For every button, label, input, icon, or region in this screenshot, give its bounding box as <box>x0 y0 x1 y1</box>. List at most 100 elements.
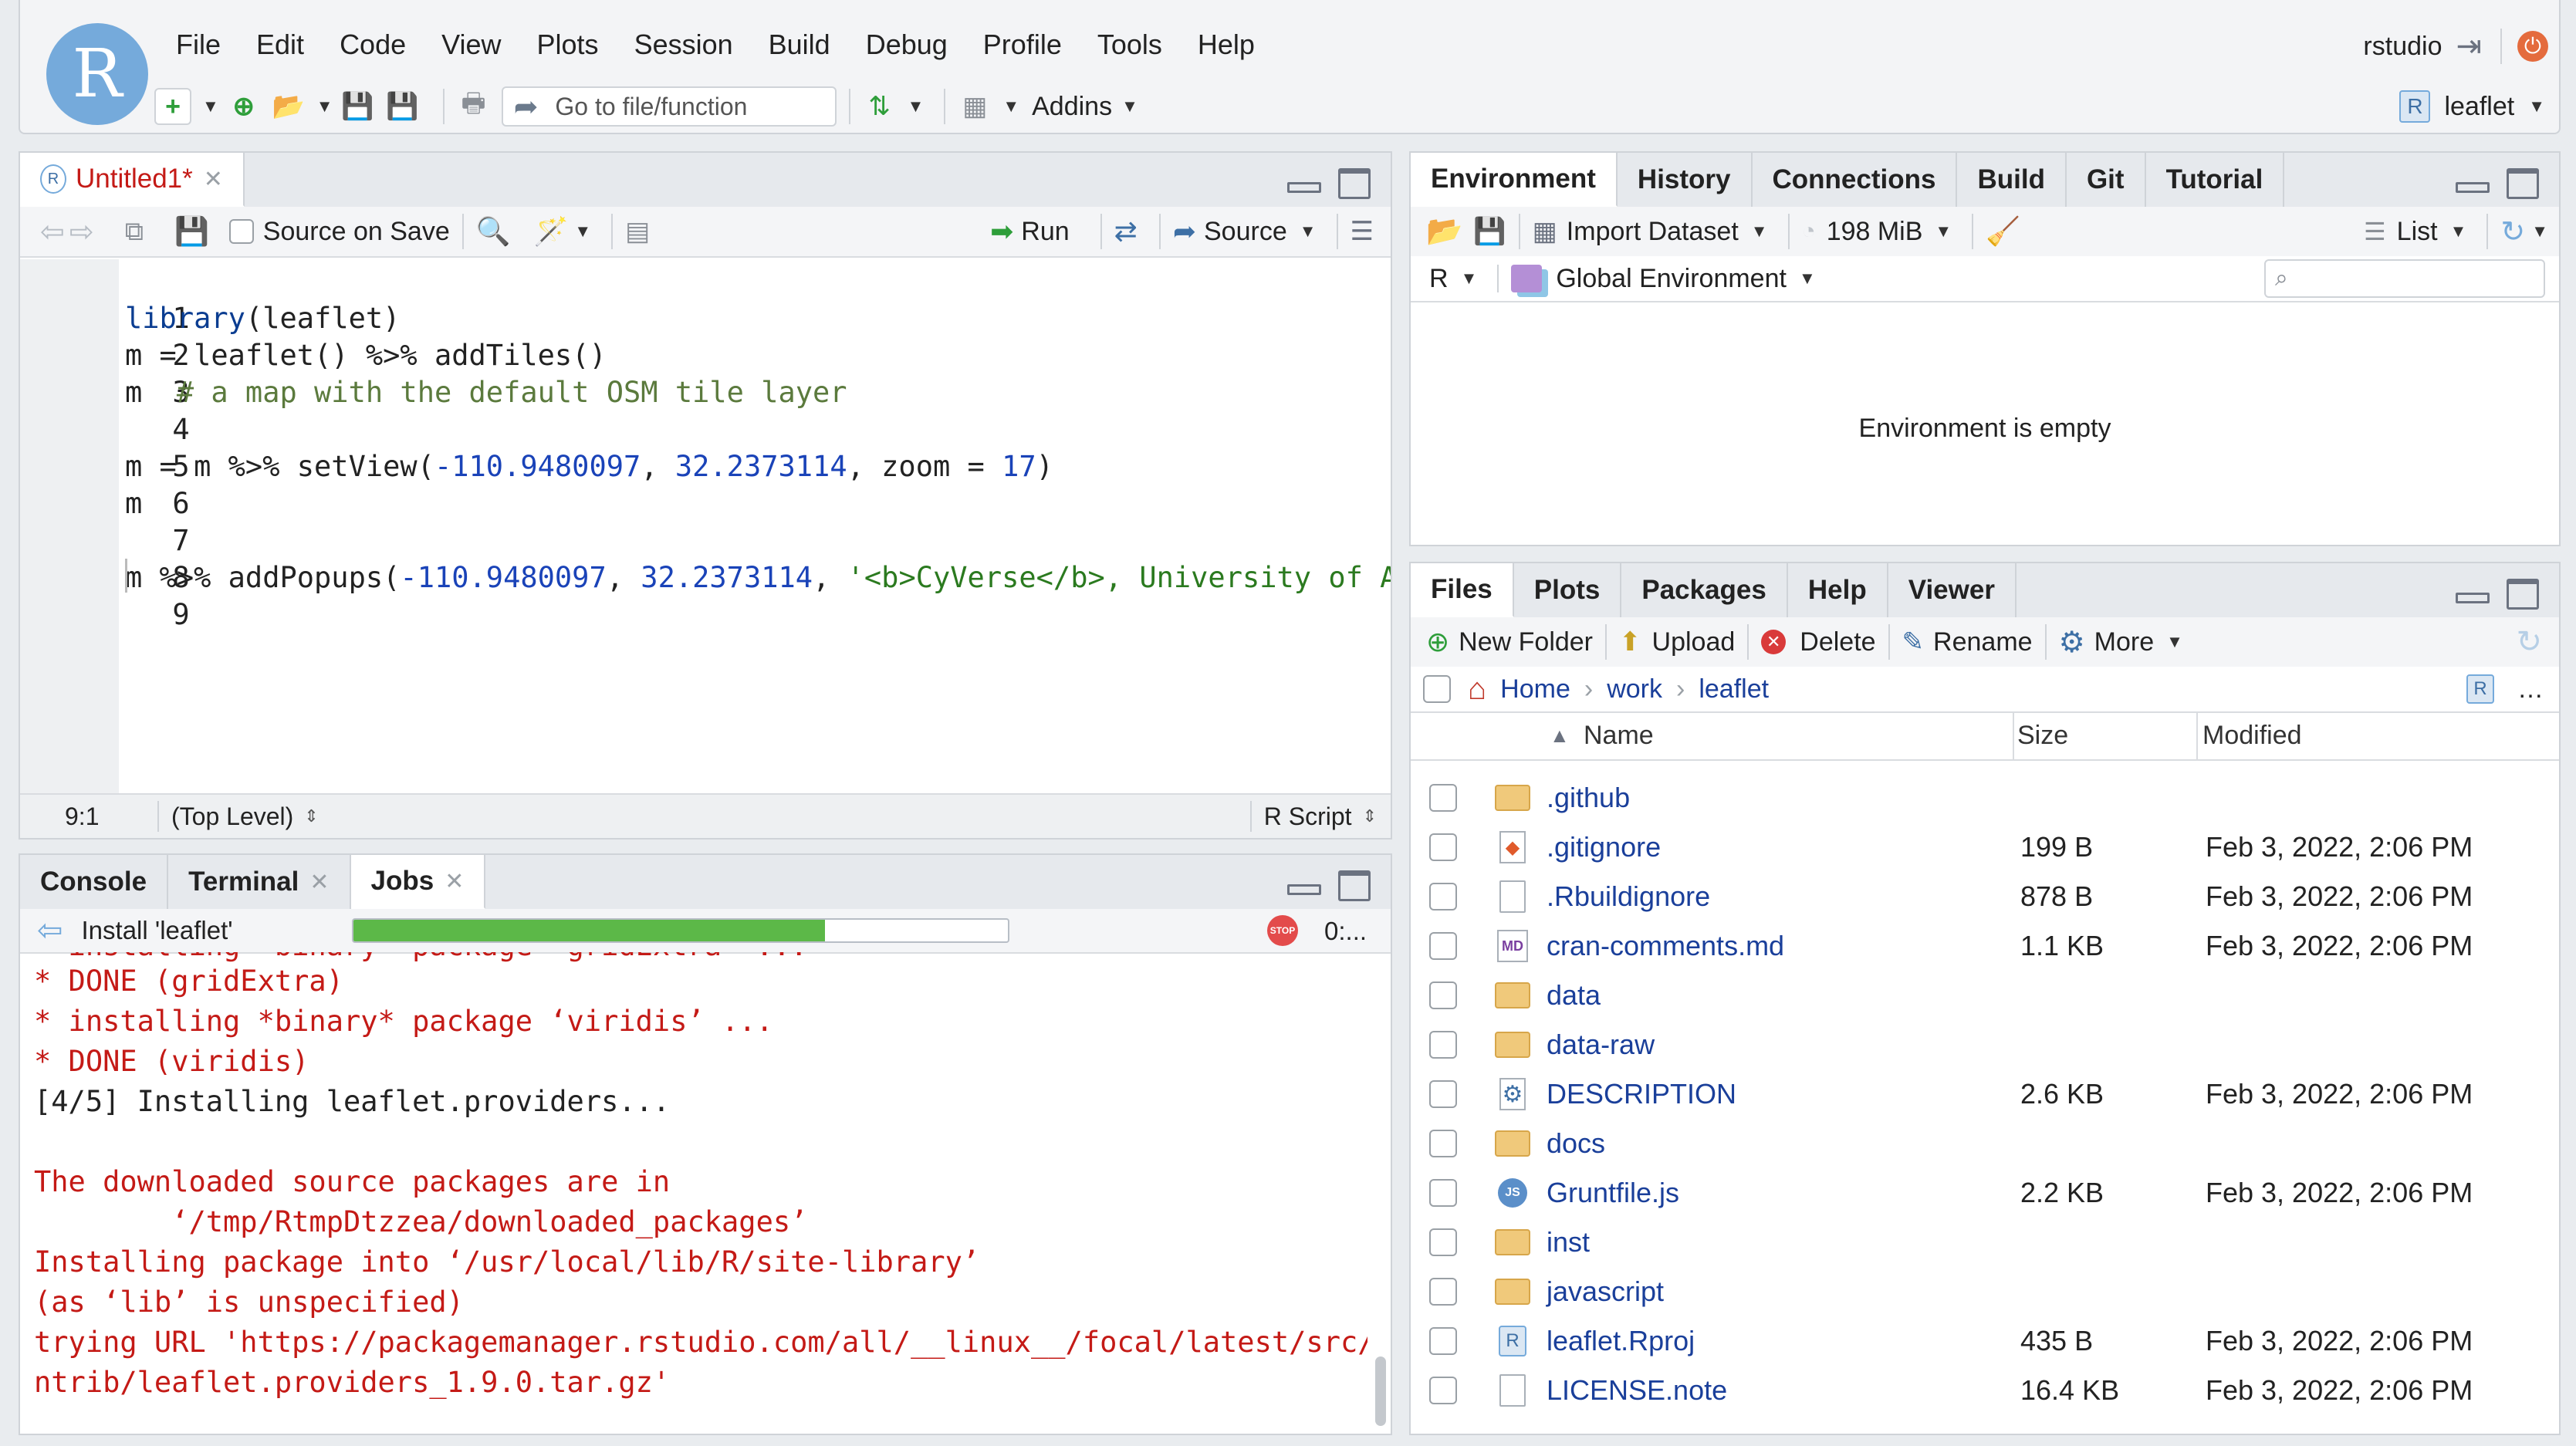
select-all-checkbox[interactable] <box>1423 675 1451 703</box>
save-workspace-icon[interactable]: 💾 <box>1473 216 1506 247</box>
refresh-files-icon[interactable]: ↻ <box>2516 624 2542 660</box>
tab-terminal[interactable]: Terminal ✕ <box>168 855 351 909</box>
addins-menu[interactable]: Addins <box>1032 92 1112 122</box>
compile-report-icon[interactable]: ▤ <box>625 216 650 247</box>
file-name-link[interactable]: data-raw <box>1547 1029 1655 1061</box>
find-icon[interactable]: 🔍 <box>476 215 511 248</box>
file-checkbox[interactable] <box>1429 1278 1457 1306</box>
rename-button[interactable]: Rename <box>1933 627 2033 657</box>
file-row[interactable]: Rleaflet.Rproj 435 B Feb 3, 2022, 2:06 PM <box>1411 1315 2559 1367</box>
file-name-link[interactable]: .gitignore <box>1547 831 1661 863</box>
tab-files[interactable]: Files <box>1411 563 1514 617</box>
home-icon[interactable]: ⌂ <box>1468 672 1486 707</box>
sign-out-icon[interactable]: ⇥ <box>2456 29 2482 64</box>
menu-session[interactable]: Session <box>634 23 752 66</box>
sort-ascending-icon[interactable]: ▲ <box>1550 724 1570 748</box>
menu-debug[interactable]: Debug <box>866 23 966 66</box>
file-checkbox[interactable] <box>1429 883 1457 911</box>
upload-button[interactable]: Upload <box>1652 627 1736 657</box>
forward-icon[interactable]: ⇨ <box>69 215 94 249</box>
source-button[interactable]: ➦ Source <box>1173 215 1287 248</box>
file-name-link[interactable]: DESCRIPTION <box>1547 1078 1736 1110</box>
refresh-icon[interactable]: ↻ <box>2500 215 2525 249</box>
more-dropdown-icon[interactable]: ▼ <box>2166 632 2183 652</box>
close-tab-icon[interactable]: ✕ <box>204 166 223 193</box>
close-tab-icon[interactable]: ✕ <box>445 868 464 895</box>
tab-history[interactable]: History <box>1618 153 1753 207</box>
save-icon[interactable]: 💾 <box>174 215 209 248</box>
breadcrumb-work[interactable]: work <box>1607 674 1662 704</box>
stop-job-icon[interactable]: STOP <box>1267 915 1298 946</box>
file-row[interactable]: .github <box>1411 772 2559 824</box>
new-project-icon[interactable]: ⊕ <box>227 90 261 123</box>
file-name-link[interactable]: leaflet.Rproj <box>1547 1325 1695 1357</box>
maximize-pane-icon[interactable] <box>1338 168 1371 199</box>
file-row[interactable]: ◆ .gitignore 199 B Feb 3, 2022, 2:06 PM <box>1411 821 2559 873</box>
file-type-updown-icon[interactable]: ⇕ <box>1363 806 1377 826</box>
minimize-pane-icon[interactable] <box>1287 884 1321 895</box>
refresh-dropdown-icon[interactable]: ▼ <box>2531 221 2548 242</box>
file-row[interactable]: LICENSE.note 16.4 KB Feb 3, 2022, 2:06 PM <box>1411 1364 2559 1417</box>
back-to-jobs-icon[interactable]: ⇦ <box>37 913 63 948</box>
menu-help[interactable]: Help <box>1198 23 1273 66</box>
file-name-link[interactable]: javascript <box>1547 1275 1664 1308</box>
new-folder-button[interactable]: New Folder <box>1459 627 1593 657</box>
more-files-options-icon[interactable]: … <box>2517 674 2544 704</box>
tab-packages[interactable]: Packages <box>1621 563 1788 617</box>
file-name-link[interactable]: docs <box>1547 1127 1605 1160</box>
language-selector[interactable]: R <box>1429 264 1449 294</box>
file-name-link[interactable]: cran-comments.md <box>1547 930 1784 962</box>
import-dataset-dropdown-icon[interactable]: ▼ <box>1751 221 1768 242</box>
tab-environment[interactable]: Environment <box>1411 153 1618 207</box>
tab-build[interactable]: Build <box>1957 153 2067 207</box>
code-tools-dropdown-icon[interactable]: ▼ <box>574 221 591 242</box>
run-button[interactable]: ➡ Run <box>990 215 1070 248</box>
file-name-link[interactable]: .Rbuildignore <box>1547 880 1710 913</box>
rerun-icon[interactable]: ⇄ <box>1114 215 1138 248</box>
file-checkbox[interactable] <box>1429 1377 1457 1404</box>
source-on-save-checkbox[interactable] <box>228 219 254 244</box>
env-search-input[interactable]: ⌕ <box>2264 259 2545 298</box>
file-checkbox[interactable] <box>1429 1327 1457 1355</box>
new-file-dropdown-icon[interactable]: ▼ <box>202 96 219 117</box>
addins-dropdown-icon[interactable]: ▼ <box>1121 96 1138 117</box>
file-name-link[interactable]: .github <box>1547 782 1630 814</box>
go-to-project-dir-icon[interactable]: R <box>2466 674 2494 704</box>
tab-plots[interactable]: Plots <box>1514 563 1622 617</box>
menu-profile[interactable]: Profile <box>983 23 1080 66</box>
name-column-header[interactable]: Name <box>1584 721 1654 751</box>
clear-workspace-icon[interactable]: 🧹 <box>1986 215 2020 248</box>
tab-untitled1[interactable]: R Untitled1* ✕ <box>20 153 245 207</box>
language-dropdown-icon[interactable]: ▼ <box>1461 269 1478 289</box>
vcs-dropdown-icon[interactable]: ▼ <box>908 96 925 117</box>
file-row[interactable]: inst <box>1411 1216 2559 1269</box>
tab-git[interactable]: Git <box>2067 153 2146 207</box>
menu-file[interactable]: File <box>176 23 239 66</box>
source-dropdown-icon[interactable]: ▼ <box>1300 221 1317 242</box>
file-checkbox[interactable] <box>1429 932 1457 960</box>
file-row[interactable]: javascript <box>1411 1265 2559 1318</box>
menu-tools[interactable]: Tools <box>1097 23 1181 66</box>
document-outline-icon[interactable]: ☰ <box>1351 216 1374 247</box>
tab-help[interactable]: Help <box>1788 563 1888 617</box>
file-row[interactable]: JS Gruntfile.js 2.2 KB Feb 3, 2022, 2:06 PM <box>1411 1167 2559 1219</box>
go-to-file-input[interactable]: ➦ Go to file/function <box>501 86 837 127</box>
project-menu[interactable]: R leaflet ▼ <box>2399 83 2553 130</box>
scope-selector[interactable]: (Top Level) <box>171 802 293 831</box>
breadcrumb-home[interactable]: Home <box>1500 674 1570 704</box>
file-checkbox[interactable] <box>1429 1031 1457 1059</box>
show-in-window-icon[interactable]: ⧉ <box>125 217 144 247</box>
file-checkbox[interactable] <box>1429 1080 1457 1108</box>
size-column-header[interactable]: Size <box>2017 721 2068 751</box>
minimize-pane-icon[interactable] <box>2456 182 2490 193</box>
file-checkbox[interactable] <box>1429 833 1457 861</box>
file-name-link[interactable]: data <box>1547 979 1601 1012</box>
more-button[interactable]: More <box>2094 627 2154 657</box>
console-scrollbar[interactable] <box>1375 1356 1386 1426</box>
file-row[interactable]: data <box>1411 969 2559 1022</box>
view-mode-selector[interactable]: List <box>2397 217 2438 247</box>
file-checkbox[interactable] <box>1429 1228 1457 1256</box>
tab-jobs[interactable]: Jobs ✕ <box>350 855 486 909</box>
environment-scope-selector[interactable]: Global Environment <box>1556 264 1787 294</box>
maximize-pane-icon[interactable] <box>1338 870 1371 901</box>
